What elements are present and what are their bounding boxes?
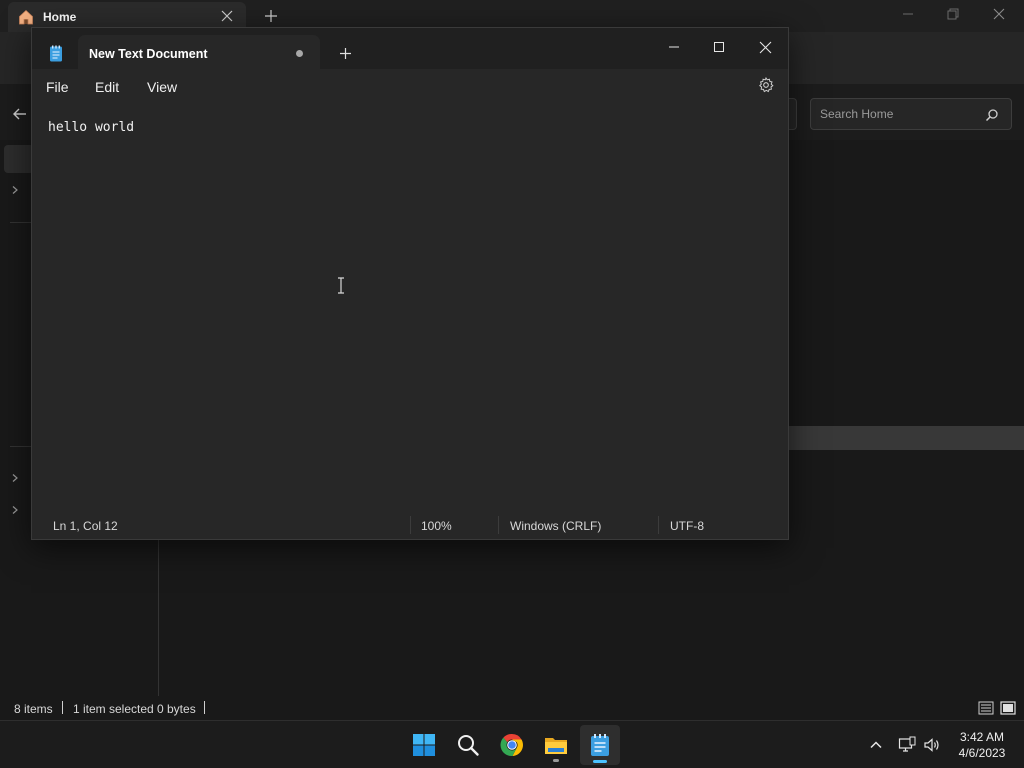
explorer-status-bar: 8 items 1 item selected 0 bytes [0,696,1024,720]
status-separator [204,701,205,714]
notepad-status-bar: Ln 1, Col 12 100% Windows (CRLF) UTF-8 [32,513,788,539]
taskbar-clock[interactable]: 3:42 AM 4/6/2023 [950,729,1014,761]
chevron-right-icon[interactable] [10,505,20,515]
active-indicator [593,760,607,763]
taskbar-file-explorer[interactable] [536,725,576,765]
close-icon[interactable] [220,9,234,23]
search-icon [458,735,479,756]
menu-file[interactable]: File [46,79,69,95]
clock-date: 4/6/2023 [958,746,1006,760]
new-tab-icon[interactable] [264,9,278,23]
address-field[interactable] [788,98,797,130]
file-list-selected-row[interactable] [788,426,1024,450]
new-tab-icon[interactable] [339,47,352,60]
text-editor-area[interactable]: hello world [32,103,788,508]
chevron-right-icon[interactable] [10,473,20,483]
restore-icon[interactable] [946,7,960,21]
status-separator [658,516,659,534]
explorer-tab-title: Home [43,10,77,24]
taskbar-notepad[interactable] [580,725,620,765]
notepad-icon [50,45,62,62]
chevron-right-icon[interactable] [10,185,20,195]
clock-time: 3:42 AM [959,730,1005,744]
taskbar-chrome[interactable] [492,725,532,765]
notepad-tab-title: New Text Document [89,47,208,61]
item-count: 8 items [14,702,53,716]
taskbar-search-button[interactable] [448,725,488,765]
search-icon[interactable] [985,108,999,122]
status-separator [410,516,411,534]
notepad-window: New Text Document File Edit View hello w… [31,27,789,540]
maximize-icon [714,42,724,52]
close-window-icon[interactable] [992,7,1006,21]
sidebar-item-home[interactable] [4,145,34,173]
search-placeholder: Search Home [820,107,894,121]
details-view-icon[interactable] [978,700,994,716]
encoding[interactable]: UTF-8 [670,519,704,533]
pane-divider[interactable] [158,540,159,696]
tiles-view-icon[interactable] [1000,700,1016,716]
file-explorer-icon [545,738,567,754]
minimize-icon[interactable] [901,7,915,21]
running-indicator [553,759,559,762]
status-separator [62,701,63,714]
zoom-level[interactable]: 100% [421,519,452,533]
chevron-up-icon[interactable] [867,736,885,754]
minimize-button[interactable] [660,35,688,59]
notepad-tab[interactable]: New Text Document [78,35,320,69]
menu-view[interactable]: View [147,79,177,95]
close-icon [759,41,771,53]
back-arrow-icon[interactable] [12,106,28,122]
chrome-icon [500,733,523,757]
volume-icon[interactable] [923,736,941,754]
start-button[interactable] [404,725,444,765]
start-icon [413,734,435,756]
close-button[interactable] [751,35,779,59]
selection-size: 0 bytes [157,702,196,716]
text-cursor-icon [338,277,344,294]
line-ending[interactable]: Windows (CRLF) [510,519,601,533]
minimize-icon [669,46,679,48]
taskbar: 3:42 AM 4/6/2023 [0,720,1024,768]
document-text[interactable]: hello world [48,120,134,135]
status-separator [498,516,499,534]
notepad-menu-bar: File Edit View [32,69,788,103]
cursor-position[interactable]: Ln 1, Col 12 [53,519,118,533]
maximize-button[interactable] [705,35,733,59]
notepad-title-bar[interactable]: New Text Document [32,28,788,69]
unsaved-indicator-icon[interactable] [296,50,303,57]
network-icon[interactable] [898,736,916,754]
menu-edit[interactable]: Edit [95,79,119,95]
home-icon [19,9,33,25]
gear-icon[interactable] [758,77,774,93]
notepad-icon [591,734,609,756]
selection-count: 1 item selected [73,702,154,716]
search-box[interactable]: Search Home [810,98,1012,130]
